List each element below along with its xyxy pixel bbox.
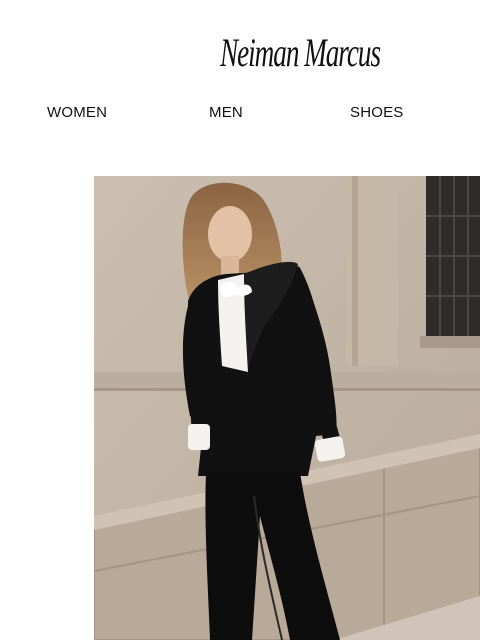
logo-text: Neiman Marcus [220,30,381,75]
window-sill [420,336,480,348]
left-cuff [188,424,210,450]
neck [221,256,239,276]
main-nav: WOMEN MEN SHOES [0,96,480,128]
pilaster-shadow [352,176,358,366]
neiman-marcus-logo[interactable]: Neiman Marcus [220,20,382,86]
site-header: Neiman Marcus [0,0,480,95]
nav-item-shoes[interactable]: SHOES [350,104,404,121]
nav-item-men[interactable]: MEN [209,104,243,121]
face [208,206,252,262]
hero-photo-illustration [94,176,480,640]
hero-image[interactable] [94,176,480,640]
nav-item-women[interactable]: WOMEN [47,104,107,121]
